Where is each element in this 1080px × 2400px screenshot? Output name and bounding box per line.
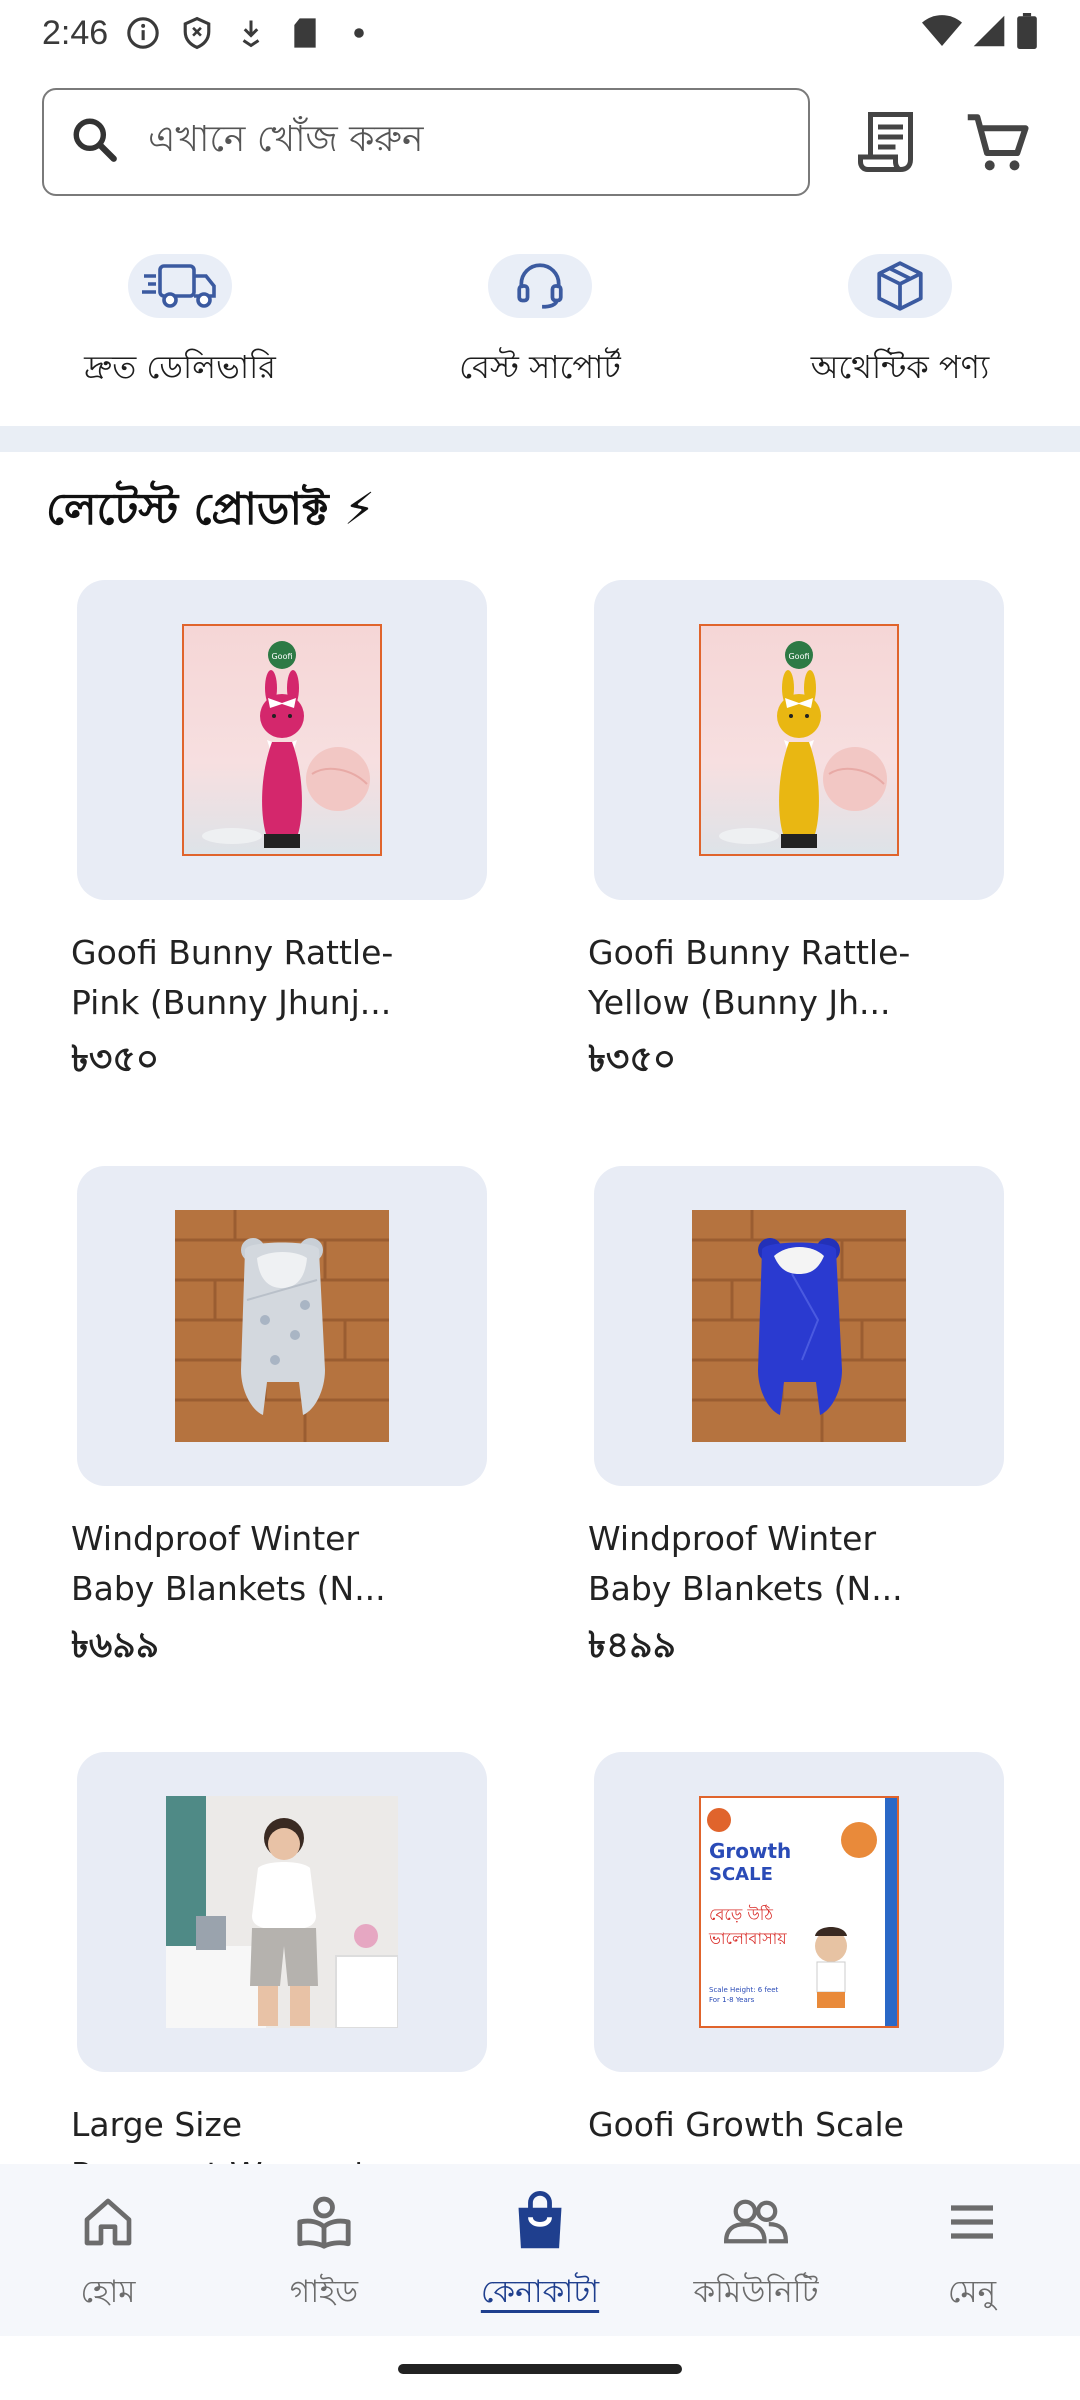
- product-name-line: Goofi Bunny Rattle-: [588, 933, 911, 972]
- nav-item-guide[interactable]: গাইড: [216, 2164, 432, 2336]
- info-icon: [126, 16, 160, 50]
- product-price: ৳৬৯৯: [71, 1625, 160, 1666]
- feature-fast-delivery: দ্রুত ডেলিভারি: [0, 220, 360, 426]
- nav-label: মেনু: [947, 2274, 997, 2310]
- wifi-icon: [922, 14, 962, 52]
- svg-text:ভালোবাসায়: ভালোবাসায়: [708, 1929, 787, 1948]
- svg-text:Goofi: Goofi: [271, 652, 292, 661]
- product-image[interactable]: [77, 1752, 487, 2072]
- feature-best-support: বেস্ট সাপোর্ট: [360, 220, 720, 426]
- menu-icon: [940, 2190, 1004, 2254]
- product-name-line: Windproof Winter: [588, 1519, 877, 1558]
- nav-label: গাইড: [289, 2274, 359, 2310]
- product-image[interactable]: Growth SCALE বেড়ে উঠি ভালোবাসায় Scale …: [594, 1752, 1004, 2072]
- svg-text:Growth: Growth: [709, 1839, 791, 1863]
- product-card[interactable]: Goofi Goofi Bunny Rattle- Pink (Bunny Jh…: [71, 580, 491, 1092]
- cart-icon[interactable]: [962, 106, 1034, 178]
- search-icon: [70, 115, 120, 169]
- nav-item-menu[interactable]: মেনু: [864, 2164, 1080, 2336]
- product-name[interactable]: Goofi Growth Scale: [588, 2100, 948, 2150]
- product-name-line: Large Size: [71, 2105, 243, 2144]
- nav-label: কেনাকাটা: [480, 2274, 600, 2310]
- product-price: ৳৩৫০: [588, 1039, 677, 1080]
- community-icon: [724, 2190, 788, 2254]
- product-name-line: Goofi Growth Scale: [588, 2105, 904, 2144]
- sd-card-icon: [288, 16, 322, 50]
- svg-text:SCALE: SCALE: [709, 1864, 773, 1885]
- svg-text:Goofi: Goofi: [788, 652, 809, 661]
- feature-label: অথেন্টিক পণ্য: [810, 348, 990, 386]
- product-name[interactable]: Windproof Winter Baby Blankets (N...: [588, 1514, 948, 1614]
- feature-label: দ্রুত ডেলিভারি: [84, 348, 276, 386]
- header: এখানে খোঁজ করুন: [0, 66, 1080, 216]
- product-name[interactable]: Goofi Bunny Rattle- Pink (Bunny Jhunj...: [71, 928, 431, 1028]
- product-image[interactable]: Goofi: [594, 580, 1004, 900]
- product-price: ৳৩৫০: [71, 1039, 160, 1080]
- product-card[interactable]: Windproof Winter Baby Blankets (N... ৳৪৯…: [588, 1166, 1008, 1678]
- section-title: লেটেস্ট প্রোডাক্ট ⚡: [46, 484, 375, 535]
- product-image[interactable]: [594, 1166, 1004, 1486]
- product-image[interactable]: Goofi: [77, 580, 487, 900]
- status-bar: 2:46: [0, 0, 1080, 66]
- product-name-line: Windproof Winter: [71, 1519, 360, 1558]
- shield-icon: [180, 16, 214, 50]
- nav-item-community[interactable]: কমিউনিটি: [648, 2164, 864, 2336]
- truck-icon: [128, 254, 232, 318]
- product-name[interactable]: Goofi Bunny Rattle- Yellow (Bunny Jh...: [588, 928, 948, 1028]
- product-card[interactable]: Windproof Winter Baby Blankets (N... ৳৬৯…: [71, 1166, 491, 1678]
- product-name-line: Pink (Bunny Jhunj...: [71, 983, 392, 1022]
- product-card[interactable]: Goofi Goofi Bunny Rattle- Yellow (Bunny …: [588, 580, 1008, 1092]
- nav-label: হোম: [80, 2274, 136, 2310]
- guide-icon: [292, 2190, 356, 2254]
- product-name-line: Baby Blankets (N...: [588, 1569, 903, 1608]
- svg-text:বেড়ে উঠি: বেড়ে উঠি: [709, 1905, 773, 1924]
- nav-item-home[interactable]: হোম: [0, 2164, 216, 2336]
- box-icon: [848, 254, 952, 318]
- search-input[interactable]: এখানে খোঁজ করুন: [42, 88, 810, 196]
- feature-label: বেস্ট সাপোর্ট: [459, 348, 621, 386]
- product-card[interactable]: Large Size Pregnant Women'...: [71, 1752, 491, 2200]
- product-name[interactable]: Windproof Winter Baby Blankets (N...: [71, 1514, 431, 1614]
- order-list-icon[interactable]: [852, 106, 924, 178]
- feature-row: দ্রুত ডেলিভারি বেস্ট সাপোর্ট অথেন্টিক পণ…: [0, 220, 1080, 426]
- product-name-line: Goofi Bunny Rattle-: [71, 933, 394, 972]
- home-icon: [76, 2190, 140, 2254]
- download-icon: [234, 16, 268, 50]
- headset-icon: [488, 254, 592, 318]
- shopping-bag-icon: [508, 2190, 572, 2254]
- product-name-line: Yellow (Bunny Jh...: [588, 983, 891, 1022]
- status-time: 2:46: [42, 13, 109, 52]
- nav-item-shopping[interactable]: কেনাকাটা: [432, 2164, 648, 2336]
- svg-text:Scale Height: 6 feet: Scale Height: 6 feet: [709, 1986, 779, 1994]
- gesture-home-bar[interactable]: [398, 2364, 682, 2374]
- product-image[interactable]: [77, 1166, 487, 1486]
- nav-label: কমিউনিটি: [693, 2274, 819, 2310]
- product-card[interactable]: Growth SCALE বেড়ে উঠি ভালোবাসায় Scale …: [588, 1752, 1008, 2150]
- svg-text:For 1-8 Years: For 1-8 Years: [709, 1996, 755, 2004]
- feature-authentic-product: অথেন্টিক পণ্য: [720, 220, 1080, 426]
- section-divider: [0, 426, 1080, 452]
- signal-icon: [972, 14, 1006, 52]
- product-name-line: Baby Blankets (N...: [71, 1569, 386, 1608]
- dot-icon: [342, 16, 376, 50]
- product-price: ৳৪৯৯: [588, 1625, 677, 1666]
- search-placeholder: এখানে খোঁজ করুন: [148, 119, 424, 160]
- battery-icon: [1016, 13, 1038, 53]
- bottom-nav: হোম গাইড কেনাকাটা কমিউনিটি মেনু: [0, 2164, 1080, 2336]
